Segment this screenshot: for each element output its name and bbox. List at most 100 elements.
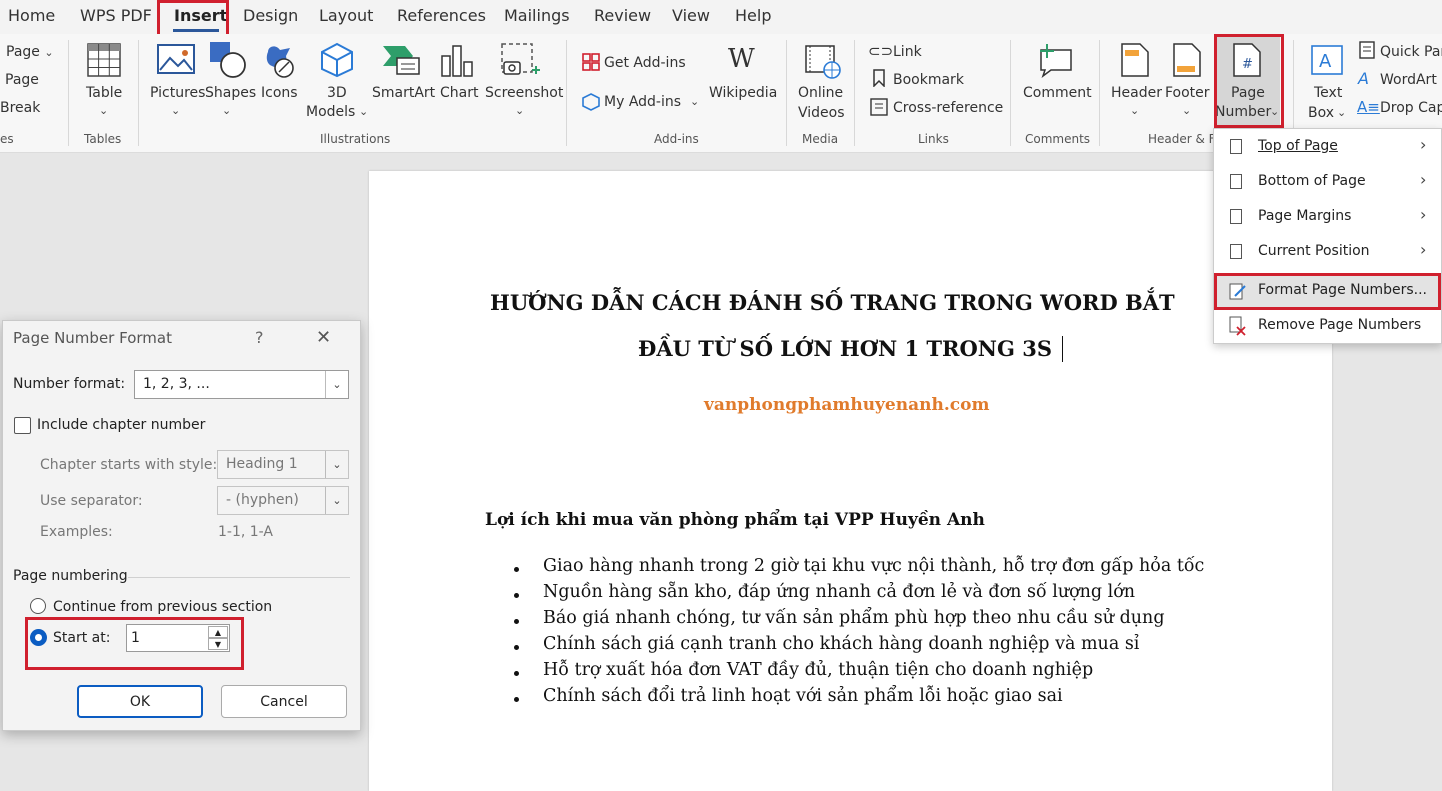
- bullet-dot: [514, 619, 519, 624]
- chevron-down-icon: ⌄: [325, 451, 348, 478]
- menu-item-remove-page-numbers[interactable]: Remove Page Numbers: [1214, 309, 1441, 343]
- start-at-radio[interactable]: [30, 629, 47, 646]
- chapter-style-label: Chapter starts with style:: [40, 457, 218, 473]
- continue-radio[interactable]: [30, 598, 46, 614]
- bullet-dot: [514, 593, 519, 598]
- examples-label: Examples:: [40, 524, 113, 540]
- bullet-dot: [514, 671, 519, 676]
- chevron-down-icon: ⌄: [325, 487, 348, 514]
- chevron-right-icon: ›: [1420, 135, 1427, 154]
- divider: [854, 40, 855, 146]
- cover-page-button[interactable]: Page ⌄: [6, 43, 54, 62]
- tab-insert[interactable]: Insert: [174, 6, 227, 25]
- menu-item-current-position[interactable]: Current Position ›: [1214, 234, 1441, 268]
- chapter-style-select[interactable]: Heading 1 ⌄: [217, 450, 349, 479]
- current-position-icon: [1230, 244, 1242, 259]
- table-icon: [87, 43, 121, 77]
- menu-item-page-margins[interactable]: Page Margins ›: [1214, 199, 1441, 233]
- cross-reference-icon: [870, 98, 888, 116]
- chevron-down-icon: ⌄: [1182, 104, 1192, 117]
- media-group-label: Media: [802, 132, 839, 146]
- wordart-icon: A: [1358, 69, 1369, 88]
- divider: [1010, 40, 1011, 146]
- active-tab-indicator: [173, 29, 219, 32]
- blank-page-button[interactable]: Page: [5, 71, 39, 89]
- tables-group-label: Tables: [84, 132, 122, 146]
- separator-select[interactable]: - (hyphen) ⌄: [217, 486, 349, 515]
- website-link[interactable]: vanphongphamhuyenanh.com: [704, 395, 989, 415]
- start-at-label: Start at:: [53, 630, 111, 646]
- svg-text:#: #: [1242, 57, 1253, 72]
- chevron-down-icon: ⌄: [359, 105, 369, 118]
- menu-item-top-of-page[interactable]: Top of Page ›: [1214, 129, 1441, 163]
- dialog-title: Page Number Format: [13, 329, 172, 347]
- pages-group-label: es: [0, 132, 14, 146]
- tab-view[interactable]: View: [672, 6, 710, 25]
- cancel-button[interactable]: Cancel: [221, 685, 347, 718]
- cube-icon: [321, 42, 353, 78]
- links-group-label: Links: [918, 132, 949, 146]
- menu-item-bottom-of-page[interactable]: Bottom of Page ›: [1214, 164, 1441, 198]
- increment-arrow-icon[interactable]: ▲: [208, 626, 228, 638]
- include-chapter-checkbox[interactable]: [14, 417, 31, 434]
- header-footer-group-label: Header & F: [1148, 132, 1216, 146]
- help-button[interactable]: ?: [255, 328, 264, 347]
- svg-text:A: A: [1319, 51, 1332, 72]
- chevron-down-icon: ⌄: [515, 104, 525, 117]
- remove-page-numbers-icon: [1229, 316, 1246, 336]
- illustrations-group-label: Illustrations: [320, 132, 391, 146]
- list-item: Chính sách đổi trả linh hoạt với sản phẩ…: [543, 686, 1063, 706]
- screenshot-icon: [501, 43, 540, 75]
- online-video-icon: [805, 45, 841, 79]
- chevron-right-icon: ›: [1420, 205, 1427, 224]
- chevron-down-icon: ⌄: [325, 371, 348, 398]
- document-title-line-2: ĐẦU TỪ SỐ LỚN HƠN 1 TRONG 3S: [638, 336, 1053, 361]
- section-divider: [128, 577, 350, 578]
- tab-mailings[interactable]: Mailings: [504, 6, 570, 25]
- number-format-select[interactable]: 1, 2, 3, ... ⌄: [134, 370, 349, 399]
- divider: [1099, 40, 1100, 146]
- icons-icon: [266, 46, 294, 78]
- tab-review[interactable]: Review: [594, 6, 651, 25]
- list-item: Hỗ trợ xuất hóa đơn VAT đầy đủ, thuận ti…: [543, 660, 1094, 680]
- document-subheading: Lợi ích khi mua văn phòng phẩm tại VPP H…: [485, 510, 985, 530]
- chevron-down-icon: ⌄: [690, 95, 700, 108]
- divider: [566, 40, 567, 146]
- chevron-down-icon: ⌄: [1130, 104, 1140, 117]
- chart-icon: [441, 45, 473, 77]
- page-break-button[interactable]: Break: [0, 99, 40, 117]
- close-button[interactable]: ✕: [316, 327, 331, 348]
- tab-home[interactable]: Home: [8, 6, 55, 25]
- tab-wps-pdf[interactable]: WPS PDF: [80, 6, 152, 25]
- list-item: Chính sách giá cạnh tranh cho khách hàng…: [543, 634, 1140, 654]
- tab-layout[interactable]: Layout: [319, 6, 373, 25]
- add-ins-group-label: Add-ins: [654, 132, 699, 146]
- wikipedia-icon: W: [728, 44, 755, 74]
- format-page-numbers-icon: [1229, 283, 1246, 300]
- page-margins-icon: [1230, 209, 1242, 224]
- pictures-icon: [157, 44, 195, 74]
- page-numbering-section-label: Page numbering: [13, 568, 128, 584]
- list-item: Nguồn hàng sẵn kho, đáp ứng nhanh cả đơn…: [543, 582, 1136, 602]
- tab-help[interactable]: Help: [735, 6, 771, 25]
- list-item: Báo giá nhanh chóng, tư vấn sản phẩm phù…: [543, 608, 1165, 628]
- start-at-input[interactable]: 1 ▲ ▼: [126, 624, 230, 652]
- chevron-down-icon: ⌄: [1337, 106, 1347, 119]
- comment-icon: [1040, 44, 1072, 78]
- menu-item-format-page-numbers[interactable]: Format Page Numbers...: [1217, 275, 1439, 307]
- top-of-page-icon: [1230, 139, 1242, 154]
- bullet-dot: [514, 645, 519, 650]
- page-number-format-dialog: Page Number Format ? ✕ Number format: 1,…: [2, 320, 361, 731]
- bullet-dot: [514, 567, 519, 572]
- separator-label: Use separator:: [40, 493, 143, 509]
- tab-references[interactable]: References: [397, 6, 486, 25]
- continue-label: Continue from previous section: [53, 599, 273, 615]
- page-number-menu: Top of Page › Bottom of Page › Page Marg…: [1213, 128, 1442, 344]
- decrement-arrow-icon[interactable]: ▼: [208, 638, 228, 650]
- number-format-label: Number format:: [13, 376, 126, 392]
- chevron-down-icon: ⌄: [1270, 105, 1280, 118]
- ok-button[interactable]: OK: [77, 685, 203, 718]
- quick-parts-icon: [1359, 41, 1375, 59]
- tab-design[interactable]: Design: [243, 6, 298, 25]
- shapes-icon: [210, 42, 246, 78]
